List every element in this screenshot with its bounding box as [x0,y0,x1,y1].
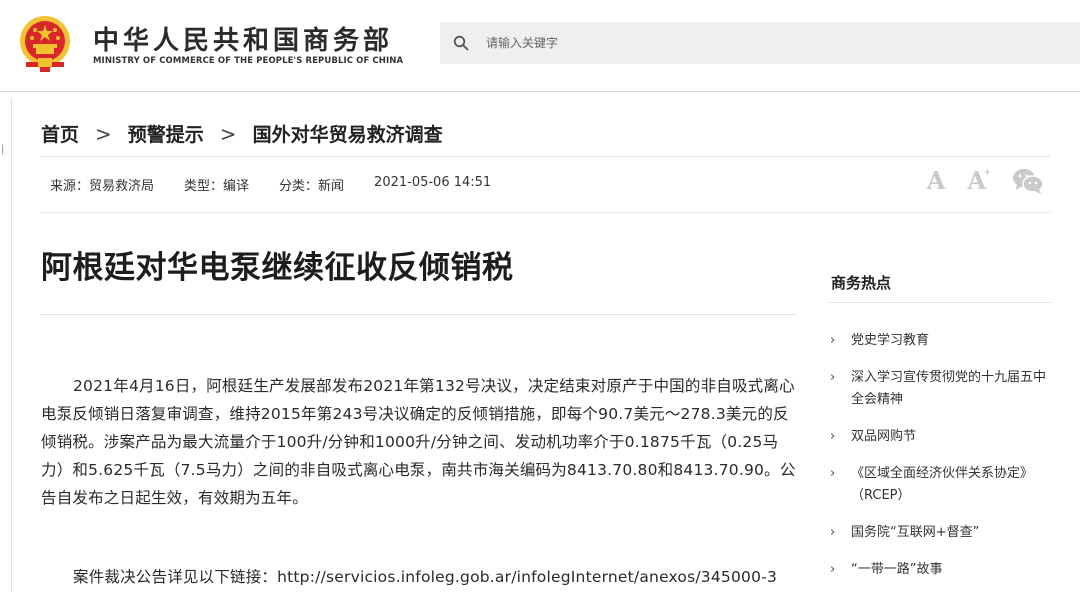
article-tools: A A + [905,166,1044,195]
sidebar-title: 商务热点 [831,274,892,292]
hot-topic-item[interactable]: › 双品网购节 [830,426,1055,448]
chevron-right-icon: › [830,466,836,481]
hot-topic-label: 深入学习宣传贯彻党的十九届五中全会精神 [851,370,1047,407]
hot-topic-item[interactable]: › 国务院“互联网+督查” [830,522,1055,544]
breadcrumb-divider [40,156,1050,157]
hot-topic-label: 国务院“互联网+督查” [851,525,980,540]
hot-topics-list: › 党史学习教育 › 深入学习宣传贯彻党的十九届五中全会精神 › 双品网购节 › 《区域… [830,330,1055,592]
search-bar[interactable] [440,22,1080,64]
hot-topic-label: “一带一路”故事 [851,562,943,577]
hot-topic-label: 《区域全面经济伙伴关系协定》（RCEP） [851,466,1034,503]
chevron-right-icon: › [830,562,836,577]
site-title-en[interactable]: MINISTRY OF COMMERCE OF THE PEOPLE'S REP… [93,56,403,66]
site-header: 中华人民共和国商务部 MINISTRY OF COMMERCE OF THE P… [0,0,1080,92]
font-size-large-icon[interactable]: A [927,166,946,195]
chevron-right-icon: › [830,333,836,348]
title-divider [40,314,795,315]
hot-topic-item[interactable]: › 党史学习教育 [830,330,1055,352]
article-link-paragraph[interactable]: 案件裁决公告详见以下链接：http://servicios.infoleg.go… [41,563,801,591]
chevron-right-icon: › [830,525,836,540]
search-icon[interactable] [453,35,469,51]
breadcrumb-separator: > [95,121,112,146]
breadcrumb-trade-remedy[interactable]: 国外对华贸易救济调查 [253,120,443,147]
hot-topic-item[interactable]: › 《区域全面经济伙伴关系协定》（RCEP） [830,463,1055,507]
chevron-right-icon: › [830,370,836,385]
national-emblem-icon[interactable] [18,14,72,74]
article-title: 阿根廷对华电泵继续征收反倾销税 [41,250,514,286]
wechat-share-icon[interactable] [1012,167,1044,195]
breadcrumb-separator: > [219,121,237,146]
meta-source: 来源：贸易救济局 [50,179,155,194]
hot-topic-item[interactable]: › 深入学习宣传贯彻党的十九届五中全会精神 [830,367,1055,411]
font-size-small-plus: + [983,168,991,178]
breadcrumb-alerts[interactable]: 预警提示 [128,120,204,147]
site-title-cn[interactable]: 中华人民共和国商务部 [93,20,393,57]
hot-topic-item[interactable]: › “一带一路”故事 [830,559,1055,581]
left-edge-panel: | [0,98,12,592]
chevron-right-icon: › [830,429,836,444]
meta-divider [40,212,1050,213]
hot-topic-label: 双品网购节 [851,429,917,444]
meta-datetime: 2021-05-06 14:51 [374,175,492,190]
font-size-small-icon[interactable]: A + [967,166,991,195]
breadcrumb-home[interactable]: 首页 [41,120,79,147]
article-meta: 来源：贸易救济局 类型：编译 分类：新闻 2021-05-06 14:51 [50,175,521,194]
meta-type: 类型：编译 [184,179,250,194]
search-input[interactable] [486,36,1046,50]
left-edge-mark: | [1,144,5,155]
breadcrumb: 首页 > 预警提示 > 国外对华贸易救济调查 [41,120,443,147]
sidebar-divider [828,302,1052,303]
meta-category: 分类：新闻 [279,179,345,194]
article-paragraph: 2021年4月16日，阿根廷生产发展部发布2021年第132号决议，决定结束对原… [41,377,796,507]
hot-topic-label: 党史学习教育 [851,333,930,348]
